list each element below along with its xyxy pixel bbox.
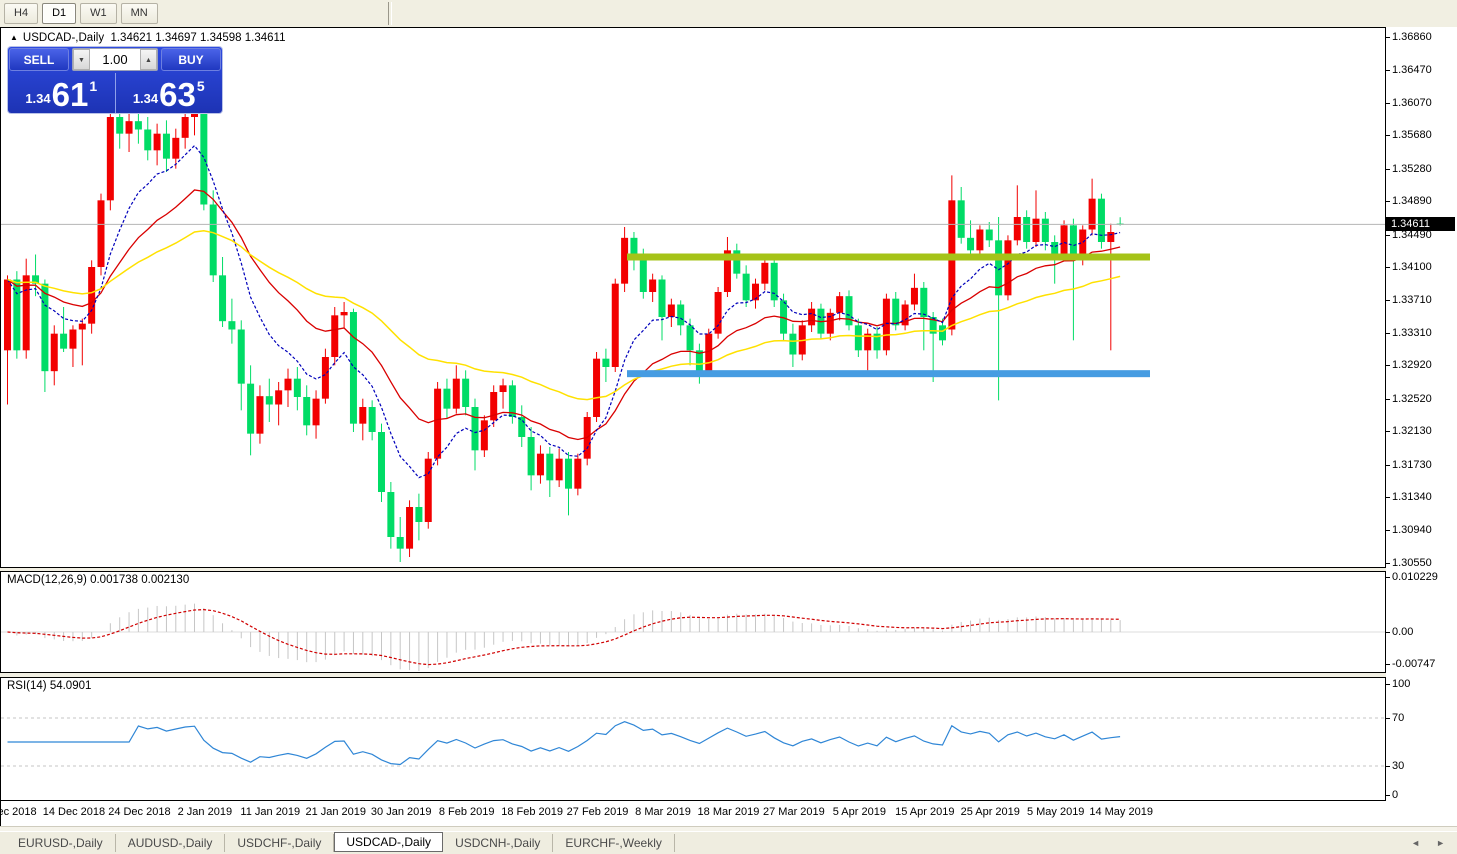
timeframe-tab-d1[interactable]: D1 [42, 3, 77, 24]
axis-tick-label: 1.34890 [1392, 195, 1432, 208]
axis-tick-label: 1.31340 [1392, 491, 1432, 503]
axis-tick-label: 1.35680 [1392, 129, 1432, 142]
sell-price-main: 1.34 [25, 91, 51, 106]
one-click-trading-panel: SELL ▼ ▲ BUY 1.34 61 1 1.34 63 5 [8, 47, 222, 113]
chart-ohlc-values: 1.34621 1.34697 1.34598 1.34611 [110, 32, 286, 44]
sell-price-sup: 1 [89, 78, 98, 94]
volume-spinner: ▼ ▲ [72, 48, 158, 71]
date-axis-label: 30 Jan 2019 [370, 806, 432, 818]
chart-title: ▲ USDCAD-,Daily 1.34621 1.34697 1.34598 1… [10, 32, 285, 44]
axis-tick-label: -0.00747 [1392, 658, 1436, 670]
chart-tab-audusd[interactable]: AUDUSD-,Daily [116, 834, 226, 852]
axis-tick-label: 1.32520 [1392, 392, 1432, 405]
time-axis[interactable]: 5 Dec 2018 14 Dec 201824 Dec 2018 2 Jan 20… [0, 801, 1386, 826]
buy-price-main: 1.34 [132, 91, 159, 106]
date-axis-label: 2 Jan 2019 [177, 806, 233, 818]
date-axis-label: 24 Dec 2018 [108, 806, 171, 818]
price-axis[interactable]: 1.36860 1.36470 1.36070 1.35680 1.35280 1.348… [1386, 27, 1457, 826]
buy-price-big: 63 [159, 76, 196, 113]
chart-tab-usdchf[interactable]: USDCHF-,Daily [225, 834, 335, 852]
chart-tab-usdcnh[interactable]: USDCNH-,Daily [443, 834, 554, 852]
chart-symbol-label: USDCAD-,Daily [22, 32, 105, 44]
date-axis-label: 14 Dec 2018 [42, 806, 106, 818]
date-axis-label: 11 Jan 2019 [240, 806, 301, 818]
current-price-tag: 1.34611 [1386, 217, 1455, 232]
chart-tab-bar: EURUSD-,Daily AUDUSD-,Daily USDCHF-,Dail… [0, 831, 1457, 854]
date-axis-label: 18 Mar 2019 [697, 806, 760, 818]
axis-tick-label: 0.010229 [1392, 571, 1438, 583]
timeframe-tab-mn[interactable]: MN [120, 3, 158, 24]
date-axis-label: 18 Feb 2019 [501, 806, 563, 818]
axis-tick-label: 1.35280 [1392, 162, 1432, 175]
axis-tick-label: 0.00 [1392, 626, 1414, 638]
date-axis-label: 14 May 2019 [1089, 806, 1153, 818]
axis-tick-label: 100 [1392, 678, 1411, 690]
date-axis-label: 27 Mar 2019 [763, 806, 825, 818]
axis-tick-label: 1.36070 [1392, 96, 1432, 109]
tab-scroll-left-arrow[interactable]: ◄ [1411, 838, 1420, 848]
date-axis-label: 21 Jan 2019 [305, 806, 367, 818]
axis-tick-label: 0 [1392, 789, 1399, 801]
axis-tick-label: 1.34100 [1392, 261, 1432, 273]
date-axis-label: 5 May 2019 [1026, 806, 1085, 818]
axis-tick-label: 1.32130 [1392, 425, 1432, 438]
date-axis-label: 8 Feb 2019 [438, 806, 495, 818]
buy-button[interactable]: BUY [161, 48, 221, 71]
macd-label: MACD(12,26,9) 0.001738 0.002130 [7, 574, 190, 586]
sell-button[interactable]: SELL [9, 48, 69, 71]
volume-input[interactable] [90, 49, 140, 70]
date-axis-label: 15 Apr 2019 [895, 806, 955, 818]
collapse-panel-icon[interactable]: ▲ [10, 33, 18, 42]
rsi-indicator-pane[interactable] [0, 677, 1386, 801]
axis-tick-label: 1.33710 [1392, 293, 1432, 306]
buy-price-display[interactable]: 1.34 63 5 [116, 73, 223, 113]
toolbar-separator [387, 2, 392, 25]
rsi-label: RSI(14) 54.0901 [7, 680, 92, 692]
axis-tick-label: 1.33310 [1392, 326, 1432, 339]
chart-tab-eurchf[interactable]: EURCHF-,Weekly [553, 834, 675, 852]
date-axis-label: 5 Apr 2019 [832, 806, 886, 818]
timeframe-tab-h4[interactable]: H4 [4, 3, 39, 24]
date-axis-label: 25 Apr 2019 [960, 806, 1020, 818]
axis-tick-label: 1.36470 [1392, 63, 1432, 76]
timeframe-tab-w1[interactable]: W1 [80, 3, 117, 24]
date-axis-label: 5 Dec 2018 [0, 806, 37, 818]
volume-decrease-button[interactable]: ▼ [73, 49, 90, 70]
tab-scroll-right-arrow[interactable]: ► [1436, 838, 1445, 848]
date-axis-label: 8 Mar 2019 [635, 806, 691, 818]
axis-tick-label: 1.30940 [1392, 524, 1432, 537]
sell-price-display[interactable]: 1.34 61 1 [8, 73, 116, 113]
timeframe-toolbar: H4 D1 W1 MN [0, 0, 1457, 28]
buy-price-sup: 5 [196, 78, 205, 94]
axis-tick-label: 1.30550 [1392, 556, 1432, 569]
date-axis-label: 27 Feb 2019 [566, 806, 629, 818]
axis-tick-label: 30 [1392, 760, 1405, 772]
axis-tick-label: 1.31730 [1392, 458, 1432, 471]
axis-tick-label: 70 [1392, 712, 1405, 724]
volume-increase-button[interactable]: ▲ [140, 49, 157, 70]
chart-tab-eurusd[interactable]: EURUSD-,Daily [6, 834, 116, 852]
axis-tick-label: 1.36860 [1392, 31, 1432, 43]
chart-tab-usdcad[interactable]: USDCAD-,Daily [334, 832, 444, 852]
macd-indicator-pane[interactable] [0, 571, 1386, 673]
axis-tick-label: 1.32920 [1392, 359, 1432, 372]
sell-price-big: 61 [51, 76, 89, 113]
